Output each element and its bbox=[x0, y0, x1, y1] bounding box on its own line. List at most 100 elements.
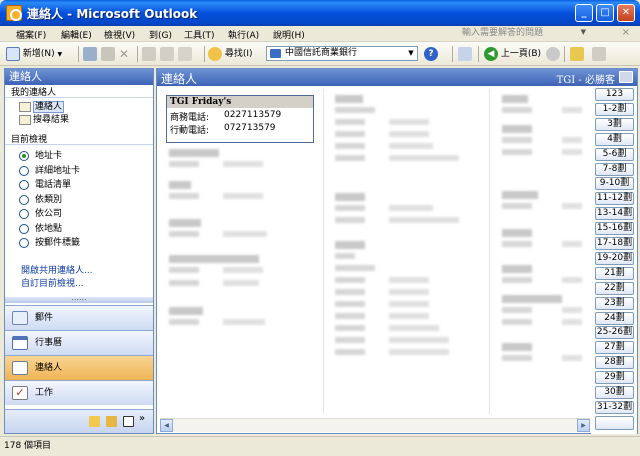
contact-card-blurred[interactable] bbox=[169, 181, 314, 199]
selected-contact-card[interactable]: TGI Friday's 商務電話: 0227113579 行動電話: 0727… bbox=[166, 95, 314, 143]
folder-search-results[interactable]: 搜尋結果 bbox=[19, 114, 69, 126]
print-button[interactable] bbox=[83, 46, 97, 62]
contact-card-blurred[interactable] bbox=[502, 343, 587, 361]
contact-card-blurred[interactable] bbox=[502, 265, 587, 283]
forward-button[interactable] bbox=[546, 46, 560, 62]
categories-button[interactable] bbox=[178, 46, 192, 62]
menu-file[interactable]: 檔案(F) bbox=[16, 28, 46, 41]
nav-button-mail[interactable]: 郵件 bbox=[5, 305, 153, 330]
notes-icon[interactable] bbox=[89, 416, 100, 427]
view-address-cards[interactable]: 地址卡 bbox=[19, 150, 62, 162]
find-button[interactable]: 尋找(I) bbox=[208, 46, 253, 62]
contact-card-blurred[interactable] bbox=[502, 95, 587, 113]
horizontal-scrollbar[interactable]: ◀ ▶ bbox=[160, 418, 590, 432]
index-button[interactable]: 9-10劃 bbox=[595, 177, 634, 191]
menu-bar: 檔案(F) 編輯(E) 檢視(V) 到(G) 工具(T) 執行(A) 說明(H)… bbox=[0, 26, 640, 42]
index-button[interactable]: 27劃 bbox=[595, 341, 634, 355]
actions-button[interactable] bbox=[160, 46, 174, 62]
menu-actions[interactable]: 執行(A) bbox=[228, 28, 259, 41]
index-button[interactable]: 21劃 bbox=[595, 266, 634, 280]
menu-help[interactable]: 說明(H) bbox=[273, 28, 305, 41]
index-button[interactable]: 25-26劃 bbox=[595, 326, 634, 340]
contact-card-blurred[interactable] bbox=[335, 241, 480, 355]
ask-dropdown-icon[interactable]: ▼ bbox=[581, 28, 586, 36]
folder-list-button[interactable] bbox=[592, 46, 606, 62]
open-shared-contacts-link[interactable]: 開啟共用連絡人... bbox=[21, 263, 93, 276]
index-button[interactable]: 1-2劃 bbox=[595, 102, 634, 116]
customize-current-view-link[interactable]: 自訂目前檢視... bbox=[21, 276, 84, 289]
back-arrow-icon: ◀ bbox=[484, 46, 498, 61]
view-by-category[interactable]: 依類別 bbox=[19, 194, 62, 206]
contact-options-button[interactable] bbox=[595, 416, 634, 430]
customize-button[interactable] bbox=[458, 46, 472, 62]
scroll-right-icon[interactable]: ▶ bbox=[577, 419, 590, 432]
ask-question-input[interactable]: 輸入需要解答的問題 bbox=[462, 27, 580, 40]
move-button[interactable] bbox=[101, 46, 115, 62]
view-by-company[interactable]: 依公司 bbox=[19, 208, 62, 220]
index-button[interactable]: 28劃 bbox=[595, 356, 634, 370]
index-button[interactable]: 7-8劃 bbox=[595, 162, 634, 176]
flag-button[interactable] bbox=[142, 46, 156, 62]
contact-card-blurred[interactable] bbox=[502, 229, 587, 247]
index-button[interactable]: 17-18劃 bbox=[595, 237, 634, 250]
maximize-button[interactable]: □ bbox=[596, 4, 614, 22]
menu-view[interactable]: 檢視(V) bbox=[104, 28, 135, 41]
contact-card-blurred[interactable] bbox=[335, 193, 480, 223]
nav-button-calendar[interactable]: 行事曆 bbox=[5, 330, 153, 355]
chevron-down-icon[interactable]: ▼ bbox=[405, 47, 417, 60]
folder-contacts[interactable]: 連絡人 bbox=[19, 101, 65, 113]
index-button[interactable]: 11-12劃 bbox=[595, 192, 634, 206]
index-button[interactable]: 123 bbox=[595, 88, 634, 101]
contact-card-blurred[interactable] bbox=[169, 149, 314, 167]
index-button[interactable]: 29劃 bbox=[595, 371, 634, 385]
new-button[interactable]: 新增(N) ▼ bbox=[6, 46, 62, 62]
folder-list-icon bbox=[592, 46, 606, 61]
folder-list-icon[interactable] bbox=[106, 416, 117, 427]
back-label: 上一頁(B) bbox=[500, 49, 542, 59]
nav-button-contacts[interactable]: 連絡人 bbox=[5, 355, 153, 380]
contact-card-blurred[interactable] bbox=[335, 95, 480, 161]
contact-card-blurred[interactable] bbox=[169, 219, 314, 237]
index-button[interactable]: 13-14劃 bbox=[595, 207, 634, 221]
contact-card-blurred[interactable] bbox=[502, 125, 587, 155]
document-close-icon[interactable]: × bbox=[622, 27, 630, 38]
view-phone-list[interactable]: 電話清單 bbox=[19, 179, 71, 191]
index-button[interactable]: 5-6劃 bbox=[595, 147, 634, 161]
index-button[interactable]: 15-16劃 bbox=[595, 222, 634, 236]
index-button[interactable]: 3劃 bbox=[595, 117, 634, 131]
menu-edit[interactable]: 編輯(E) bbox=[61, 28, 92, 41]
menu-tools[interactable]: 工具(T) bbox=[184, 28, 215, 41]
minimize-button[interactable]: _ bbox=[575, 4, 593, 22]
index-button[interactable]: 22劃 bbox=[595, 281, 634, 295]
back-button[interactable]: ◀ 上一頁(B) bbox=[484, 46, 541, 62]
view-by-follow-up-flag[interactable]: 按郵件標籤 bbox=[19, 237, 80, 249]
close-button[interactable]: ✕ bbox=[617, 4, 635, 22]
nav-button-tasks[interactable]: ✓ 工作 bbox=[5, 380, 153, 405]
title-bar: 連絡人 - Microsoft Outlook _ □ ✕ bbox=[0, 0, 640, 26]
address-book-combo[interactable]: 中國信託商業銀行 ▼ bbox=[266, 46, 418, 61]
alphabet-index: 123 1-2劃 3劃 4劃 5-6劃 7-8劃 9-10劃 11-12劃 13-14劃 15-1… bbox=[591, 86, 637, 434]
contact-card-blurred[interactable] bbox=[502, 191, 587, 209]
contact-card-blurred[interactable] bbox=[169, 255, 314, 286]
delete-button[interactable]: ✕ bbox=[119, 46, 133, 62]
index-button[interactable]: 31-32劃 bbox=[595, 400, 634, 414]
radio-icon bbox=[19, 208, 29, 219]
scroll-left-icon[interactable]: ◀ bbox=[160, 419, 173, 432]
contact-card-blurred[interactable] bbox=[169, 307, 314, 325]
index-button[interactable]: 4劃 bbox=[595, 132, 634, 146]
index-button[interactable]: 23劃 bbox=[595, 296, 634, 310]
contact-card-icon bbox=[619, 71, 633, 83]
nav-pane-splitter[interactable]: ...... bbox=[5, 294, 153, 303]
contact-card-blurred[interactable] bbox=[502, 295, 587, 325]
index-button[interactable]: 19-20劃 bbox=[595, 251, 634, 265]
up-folder-button[interactable] bbox=[570, 46, 584, 62]
configure-buttons-icon[interactable]: » bbox=[139, 413, 145, 424]
help-button[interactable]: ? bbox=[424, 46, 438, 62]
index-button[interactable]: 30劃 bbox=[595, 386, 634, 399]
view-by-location[interactable]: 依地點 bbox=[19, 223, 62, 235]
index-button[interactable]: 24劃 bbox=[595, 311, 634, 325]
menu-go[interactable]: 到(G) bbox=[149, 28, 172, 41]
shortcuts-icon[interactable] bbox=[123, 416, 134, 427]
nav-pane-header: 連絡人 bbox=[5, 69, 153, 85]
view-detailed-address-cards[interactable]: 詳細地址卡 bbox=[19, 165, 80, 177]
